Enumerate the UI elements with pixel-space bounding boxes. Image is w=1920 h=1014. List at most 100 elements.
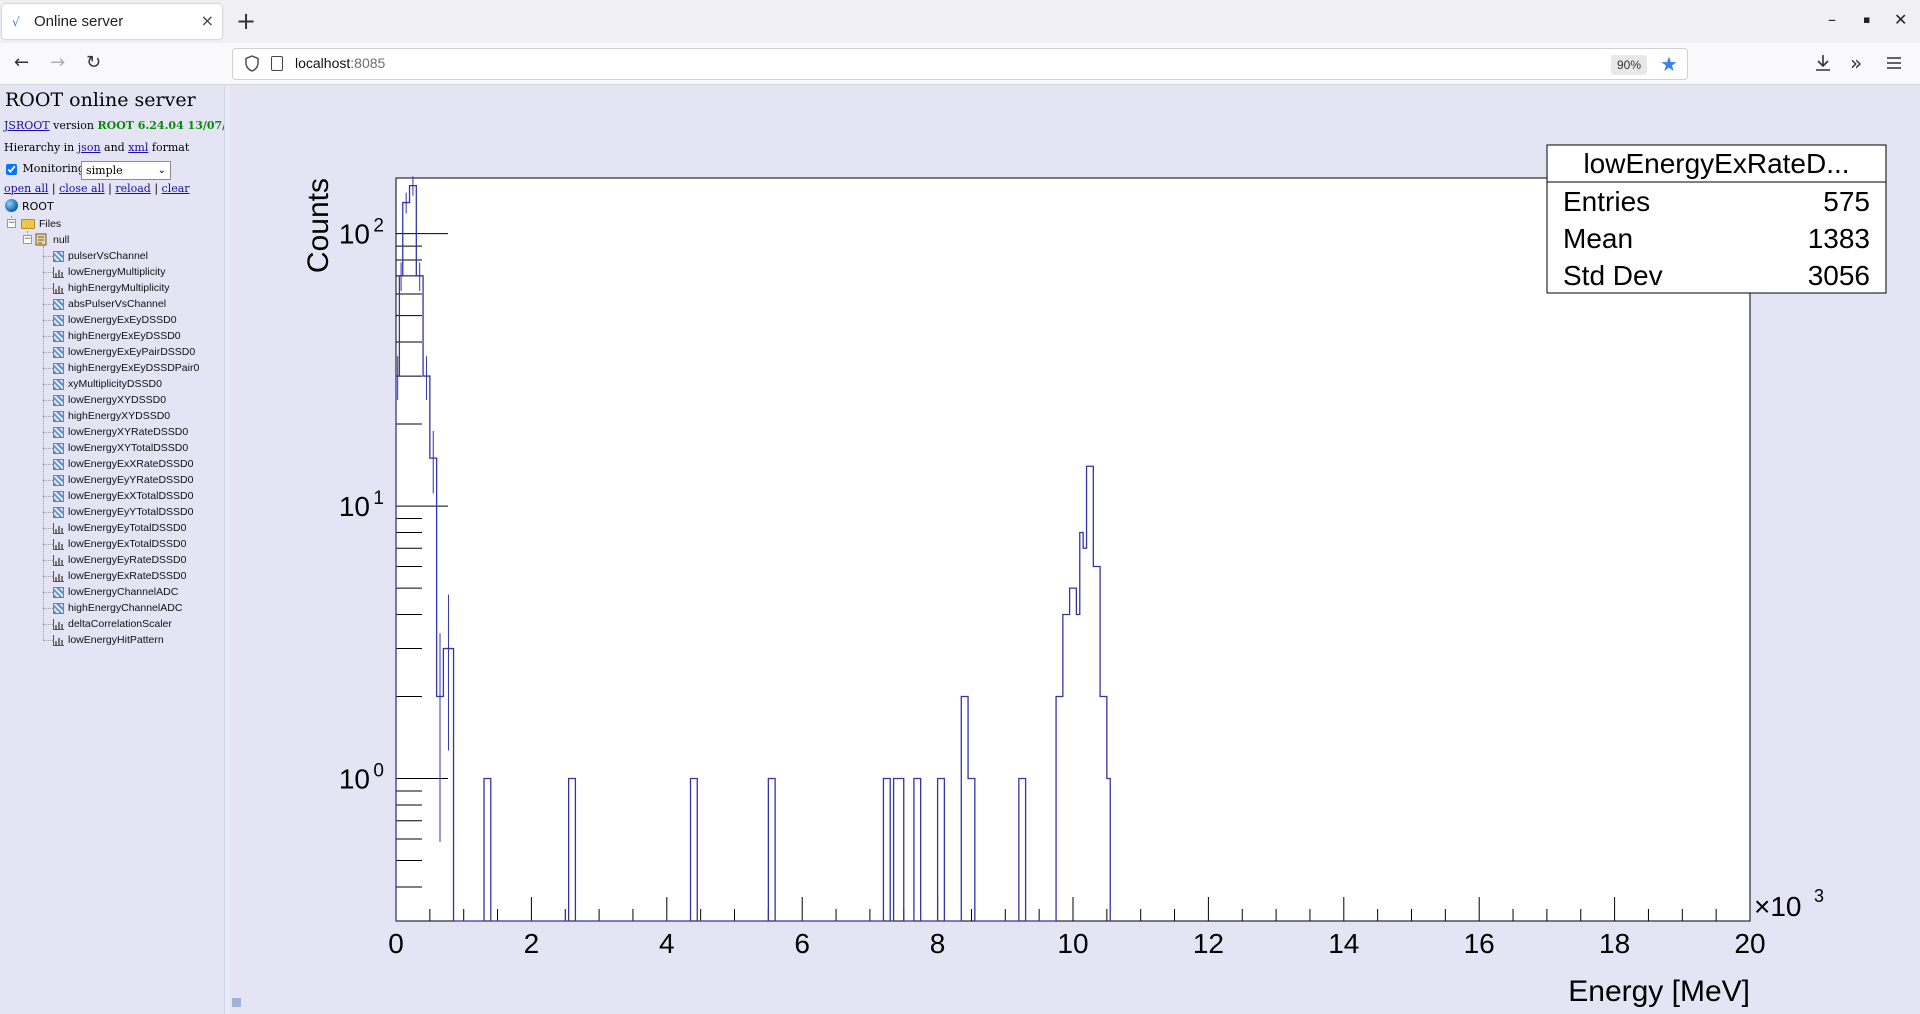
tree-item-pulserVsChannel[interactable]: pulserVsChannel — [68, 248, 148, 264]
stats-label: Mean — [1563, 223, 1633, 254]
clear-link[interactable]: clear — [162, 182, 190, 195]
tree-item-lowEnergyExXRateDSSD0[interactable]: lowEnergyExXRateDSSD0 — [68, 456, 193, 472]
hamburger-menu-icon[interactable] — [1886, 55, 1902, 71]
tree-connector — [43, 336, 53, 337]
close-window-button[interactable]: ✕ — [1894, 10, 1907, 29]
tree-item-xyMultiplicityDSSD0[interactable]: xyMultiplicityDSSD0 — [68, 376, 162, 392]
resize-handle[interactable] — [232, 998, 241, 1007]
tree-item-lowEnergyEyTotalDSSD0[interactable]: lowEnergyEyTotalDSSD0 — [68, 520, 186, 536]
tree-item-highEnergyXYDSSD0[interactable]: highEnergyXYDSSD0 — [68, 408, 170, 424]
tree-connector — [43, 246, 44, 640]
zoom-level-badge[interactable]: 90% — [1611, 55, 1648, 75]
tree-item-files[interactable]: Files — [39, 216, 61, 232]
maximize-window-button[interactable]: ▪ — [1863, 13, 1870, 26]
histogram-2d-icon — [53, 363, 64, 374]
tab-close-icon[interactable]: × — [201, 12, 214, 30]
tree-item-lowEnergyExTotalDSSD0[interactable]: lowEnergyExTotalDSSD0 — [68, 536, 186, 552]
reload-link[interactable]: reload — [115, 182, 151, 195]
histogram-2d-icon — [53, 459, 64, 470]
forward-arrow-icon[interactable]: → — [50, 52, 65, 74]
tree-connector — [43, 576, 53, 577]
histogram-2d-icon — [53, 379, 64, 390]
histogram-1d-icon — [53, 283, 64, 294]
tree-connector — [43, 528, 53, 529]
tree-item-lowEnergyHitPattern[interactable]: lowEnergyHitPattern — [68, 632, 164, 648]
collapse-files-icon[interactable]: − — [7, 219, 16, 228]
tree-item-lowEnergyXYTotalDSSD0[interactable]: lowEnergyXYTotalDSSD0 — [68, 440, 188, 456]
close-all-link[interactable]: close all — [59, 182, 105, 195]
new-tab-button[interactable]: + — [236, 8, 256, 34]
tree-connector — [43, 640, 53, 641]
tree-connector — [43, 624, 53, 625]
histogram-2d-icon — [53, 507, 64, 518]
collapse-file-icon[interactable]: − — [23, 235, 32, 244]
monitoring-checkbox[interactable] — [6, 163, 17, 175]
url-text[interactable]: localhost:8085 — [295, 55, 385, 71]
tree-item-file[interactable]: null — [53, 232, 69, 248]
overflow-chevron-icon[interactable]: » — [1850, 52, 1862, 74]
version-label: version — [53, 119, 94, 132]
jsroot-link[interactable]: JSROOT — [4, 119, 50, 132]
root-version: ROOT 6.24.04 13/07/2 — [97, 119, 224, 132]
tree-item-lowEnergyExEyPairDSSD0[interactable]: lowEnergyExEyPairDSSD0 — [68, 344, 195, 360]
tree-item-deltaCorrelationScaler[interactable]: deltaCorrelationScaler — [68, 616, 172, 632]
json-link[interactable]: json — [78, 141, 101, 154]
histogram-plot[interactable]: 0 2 4 6 8 10 12 14 16 18 2010 010 110 2Energy [MeV]Co… — [230, 86, 1920, 1014]
tree-connector — [43, 256, 53, 257]
tree-connector — [43, 416, 53, 417]
monitoring-row: Monitoring — [6, 162, 85, 175]
download-icon[interactable] — [1814, 53, 1832, 73]
tree-item-highEnergyMultiplicity[interactable]: highEnergyMultiplicity — [68, 280, 170, 296]
x-tick-label: 12 — [1193, 928, 1224, 959]
monitoring-mode-select[interactable]: simple ⌄ — [81, 161, 171, 180]
tree-item-lowEnergyChannelADC[interactable]: lowEnergyChannelADC — [68, 584, 178, 600]
tree-connector — [43, 384, 53, 385]
hierarchy-panel: ROOT online server JSROOT version ROOT 6… — [0, 86, 224, 1014]
tree-item-highEnergyExEyDSSD0[interactable]: highEnergyExEyDSSD0 — [68, 328, 181, 344]
page-icon — [271, 56, 283, 71]
tree-item-lowEnergyExEyDSSD0[interactable]: lowEnergyExEyDSSD0 — [68, 312, 177, 328]
tree-connector — [43, 464, 53, 465]
tree-item-highEnergyExEyDSSDPair0[interactable]: highEnergyExEyDSSDPair0 — [68, 360, 199, 376]
folder-icon — [21, 219, 35, 229]
x-tick-label: 20 — [1734, 928, 1765, 959]
tree-root-item[interactable]: ROOT — [5, 199, 54, 215]
tree-connector — [43, 448, 53, 449]
tree-item-lowEnergyEyRateDSSD0[interactable]: lowEnergyEyRateDSSD0 — [68, 552, 186, 568]
version-line: JSROOT version ROOT 6.24.04 13/07/2 — [4, 119, 224, 132]
y-tick-exponent: 1 — [373, 488, 384, 509]
tree-item-highEnergyChannelADC[interactable]: highEnergyChannelADC — [68, 600, 182, 616]
tree-connector — [43, 272, 53, 273]
tree-item-lowEnergyXYDSSD0[interactable]: lowEnergyXYDSSD0 — [68, 392, 166, 408]
tree-item-lowEnergyXYRateDSSD0[interactable]: lowEnergyXYRateDSSD0 — [68, 424, 188, 440]
histogram-1d-icon — [53, 635, 64, 646]
open-all-link[interactable]: open all — [4, 182, 48, 195]
url-bar[interactable]: localhost:8085 90% ★ — [232, 48, 1688, 80]
xml-link[interactable]: xml — [128, 141, 148, 154]
hierarchy-prefix: Hierarchy in — [4, 141, 75, 154]
reload-icon[interactable]: ↻ — [86, 52, 101, 74]
tree-item-lowEnergyMultiplicity[interactable]: lowEnergyMultiplicity — [68, 264, 165, 280]
tree-root-label: ROOT — [22, 200, 54, 213]
stats-value: 1383 — [1808, 223, 1870, 254]
histogram-2d-icon — [53, 427, 64, 438]
tree-connector — [43, 352, 53, 353]
tree-item-lowEnergyEyYTotalDSSD0[interactable]: lowEnergyEyYTotalDSSD0 — [68, 504, 193, 520]
tree-item-lowEnergyExRateDSSD0[interactable]: lowEnergyExRateDSSD0 — [68, 568, 186, 584]
jsroot-favicon-icon: √ — [12, 15, 20, 29]
tree-connector — [43, 368, 53, 369]
histogram-canvas[interactable]: 0 2 4 6 8 10 12 14 16 18 20 10 0 10 1 10 2 Energy [MeV] Co… — [230, 86, 1920, 1014]
histogram-2d-icon — [53, 331, 64, 342]
tree-item-lowEnergyEyYRateDSSD0[interactable]: lowEnergyEyYRateDSSD0 — [68, 472, 193, 488]
star-icon[interactable]: ★ — [1660, 52, 1678, 76]
shield-icon[interactable] — [245, 55, 259, 72]
browser-tab[interactable]: √ Online server × — [2, 4, 222, 39]
histogram-2d-icon — [53, 443, 64, 454]
tree-item-lowEnergyExXTotalDSSD0[interactable]: lowEnergyExXTotalDSSD0 — [68, 488, 193, 504]
y-axis-title: Counts — [302, 178, 335, 273]
back-arrow-icon[interactable]: ← — [14, 52, 29, 74]
histogram-1d-icon — [53, 619, 64, 630]
y-tick-label: 10 — [339, 219, 370, 250]
tree-item-absPulserVsChannel[interactable]: absPulserVsChannel — [68, 296, 166, 312]
minimize-window-button[interactable]: – — [1828, 10, 1836, 29]
